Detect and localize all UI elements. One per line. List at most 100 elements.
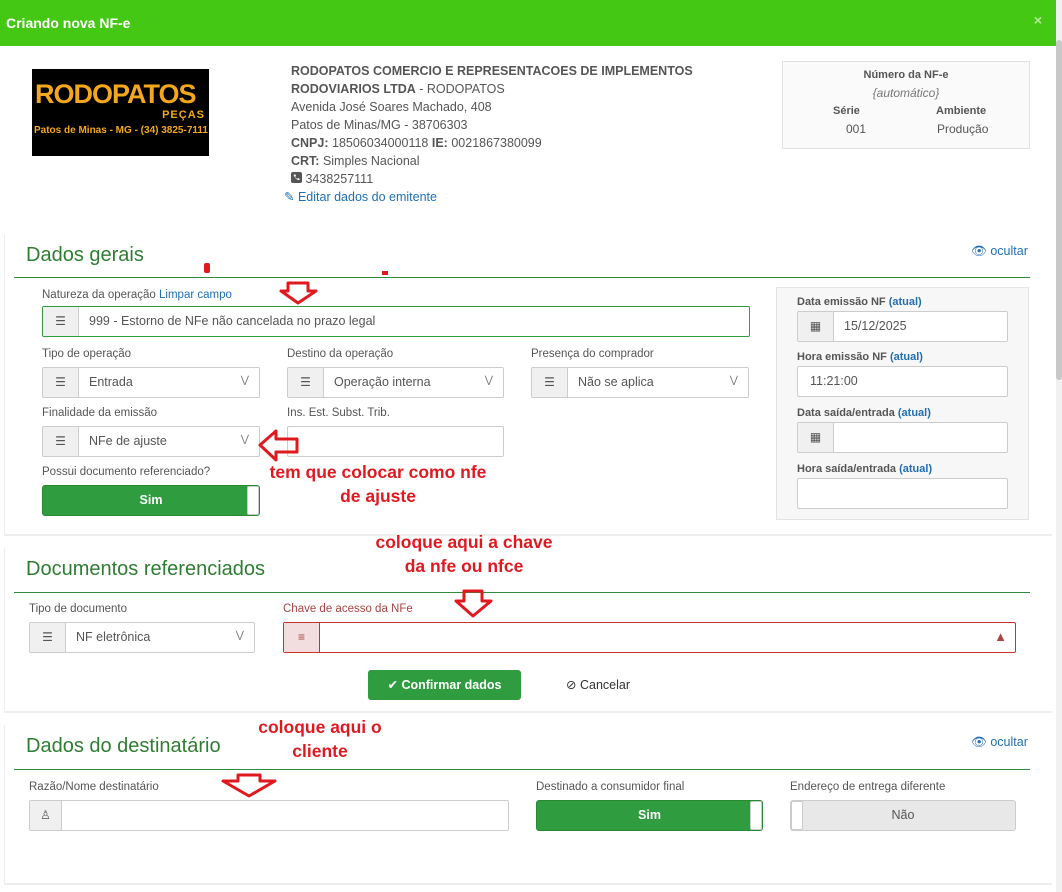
cancel-label: Cancelar xyxy=(579,678,630,692)
company-logo: RODOPATOS PEÇAS Patos de Minas - MG - (3… xyxy=(32,69,209,156)
tipo-operacao-select[interactable]: ☰ Entrada ⋁ xyxy=(42,367,260,398)
data-emissao-label-text: Data emissão NF xyxy=(797,296,886,308)
check-icon: ✔ xyxy=(387,678,398,692)
calendar-icon: ▦ xyxy=(798,423,834,452)
annotation-ajuste-line1: tem que colocar como nfe xyxy=(269,462,487,482)
serie-label: Série xyxy=(833,105,860,117)
natureza-label-text: Natureza da operação xyxy=(42,289,156,301)
data-emissao-label: Data emissão NF (atual) xyxy=(797,296,922,308)
hora-saida-input[interactable] xyxy=(797,478,1008,509)
hora-emissao-label: Hora emissão NF (atual) xyxy=(797,351,923,363)
finalidade-value: NFe de ajuste xyxy=(89,434,167,448)
chave-label: Chave de acesso da NFe xyxy=(283,603,413,615)
ins-est-label: Ins. Est. Subst. Trib. xyxy=(287,407,390,419)
modal-title: Criando nova NF-e xyxy=(6,15,131,31)
presenca-value: Não se aplica xyxy=(578,375,654,389)
ie-label: IE: xyxy=(431,136,448,150)
annotation-chave: coloque aqui a chave da nfe ou nfce xyxy=(355,530,573,578)
tipo-operacao-value: Entrada xyxy=(89,375,133,389)
emitter-address: Avenida José Soares Machado, 408 xyxy=(291,100,492,114)
chevron-down-icon: ⋁ xyxy=(729,375,738,386)
data-saida-label-text: Data saída/entrada xyxy=(797,407,895,419)
tipo-documento-select[interactable]: ☰ NF eletrônica ⋁ xyxy=(29,622,255,653)
emitter-city: Patos de Minas/MG - 38706303 xyxy=(291,118,468,132)
data-emissao-value: 15/12/2025 xyxy=(844,319,907,333)
chave-acesso-input[interactable]: ≡ ▲ xyxy=(283,622,1016,653)
possui-doc-toggle[interactable]: Sim xyxy=(42,485,260,516)
edit-emitter-label: Editar dados do emitente xyxy=(297,190,437,204)
data-saida-input[interactable]: ▦ xyxy=(797,422,1008,453)
consumidor-value: Sim xyxy=(638,808,661,822)
eye-icon: 👁︎ xyxy=(971,244,987,258)
destino-select[interactable]: ☰ Operação interna ⋁ xyxy=(287,367,504,398)
finalidade-select[interactable]: ☰ NFe de ajuste ⋁ xyxy=(42,426,260,457)
confirm-label: Confirmar dados xyxy=(401,678,502,692)
data-emissao-input[interactable]: ▦ 15/12/2025 xyxy=(797,311,1008,342)
list-ol-icon: ≡ xyxy=(284,623,320,652)
cancel-button[interactable]: ⊘ Cancelar xyxy=(566,670,630,700)
hide-destinatario[interactable]: 👁︎ ocultar xyxy=(971,735,1028,750)
natureza-value: 999 - Estorno de NFe não cancelada no pr… xyxy=(89,314,376,328)
presenca-label: Presença do comprador xyxy=(531,348,654,360)
hora-emissao-value: 11:21:00 xyxy=(810,374,858,388)
arrow-left-icon xyxy=(258,429,299,462)
section-divider xyxy=(14,592,1030,593)
annotation-chave-line2: da nfe ou nfce xyxy=(404,556,524,576)
hora-emissao-atual-link[interactable]: (atual) xyxy=(890,351,923,363)
consumidor-toggle[interactable]: Sim xyxy=(536,800,763,831)
chevron-down-icon: ⋁ xyxy=(240,375,249,386)
annotation-mark xyxy=(382,271,388,275)
tipo-documento-value: NF eletrônica xyxy=(76,630,151,644)
cnpj-label: CNPJ: xyxy=(291,136,329,150)
limpar-campo-link[interactable]: Limpar campo xyxy=(159,289,232,301)
chevron-down-icon: ⋁ xyxy=(235,630,244,641)
dados-gerais-title: Dados gerais xyxy=(26,244,144,266)
scrollbar-thumb[interactable] xyxy=(1056,40,1062,380)
data-emissao-atual-link[interactable]: (atual) xyxy=(889,296,922,308)
calendar-icon: ▦ xyxy=(798,312,834,341)
razao-input[interactable]: ♙ xyxy=(29,800,509,831)
documentos-title: Documentos referenciados xyxy=(26,558,266,580)
natureza-field[interactable]: ☰ 999 - Estorno de NFe não cancelada no … xyxy=(42,306,750,337)
scrollbar[interactable] xyxy=(1056,0,1062,892)
list-icon: ☰ xyxy=(43,368,79,397)
arrow-down-icon xyxy=(279,281,318,305)
confirm-button[interactable]: ✔ Confirmar dados xyxy=(368,670,521,700)
crt-label: CRT: xyxy=(291,154,320,168)
chevron-down-icon: ⋁ xyxy=(484,375,493,386)
presenca-select[interactable]: ☰ Não se aplica ⋁ xyxy=(531,367,749,398)
nf-number-value: {automático} xyxy=(872,86,940,100)
hora-saida-atual-link[interactable]: (atual) xyxy=(899,463,932,475)
destino-label: Destino da operação xyxy=(287,348,394,360)
emitter-fantasy: - RODOPATOS xyxy=(415,82,505,96)
ins-est-input[interactable] xyxy=(287,426,504,457)
endereco-toggle[interactable]: Não xyxy=(790,800,1016,831)
hide-dados-gerais[interactable]: 👁︎ ocultar xyxy=(971,244,1028,259)
destino-value: Operação interna xyxy=(334,375,431,389)
serie-value: 001 xyxy=(846,122,867,136)
annotation-ajuste: tem que colocar como nfe de ajuste xyxy=(248,460,508,508)
annotation-cliente-line1: coloque aqui o xyxy=(258,717,382,737)
annotation-cliente: coloque aqui o cliente xyxy=(240,715,400,763)
natureza-label: Natureza da operação Limpar campo xyxy=(42,289,232,301)
cancel-icon: ⊘ xyxy=(566,678,577,692)
emitter-info: RODOPATOS COMERCIO E REPRESENTACOES DE I… xyxy=(284,62,761,206)
list-icon: ☰ xyxy=(288,368,324,397)
hora-emissao-input[interactable]: 11:21:00 xyxy=(797,366,1008,397)
data-saida-label: Data saída/entrada (atual) xyxy=(797,407,931,419)
finalidade-label: Finalidade da emissão xyxy=(42,407,158,419)
list-icon: ☰ xyxy=(532,368,568,397)
toggle-knob xyxy=(750,801,762,830)
emitter-phone: 3438257111 xyxy=(305,172,374,186)
emitter-name-line1: RODOPATOS COMERCIO E REPRESENTACOES DE I… xyxy=(291,64,693,78)
edit-emitter-link[interactable]: ✎ Editar dados do emitente xyxy=(284,188,761,206)
nf-number-title: Número da NF-e xyxy=(863,69,949,81)
data-saida-atual-link[interactable]: (atual) xyxy=(898,407,931,419)
endereco-label: Endereço de entrega diferente xyxy=(790,781,946,793)
close-icon[interactable]: × xyxy=(1034,12,1042,28)
toggle-knob xyxy=(791,801,803,830)
modal-header: Criando nova NF-e × xyxy=(0,0,1056,46)
tipo-operacao-label: Tipo de operação xyxy=(42,348,132,360)
consumidor-label: Destinado a consumidor final xyxy=(536,781,685,793)
warning-icon: ▲ xyxy=(994,629,1007,644)
